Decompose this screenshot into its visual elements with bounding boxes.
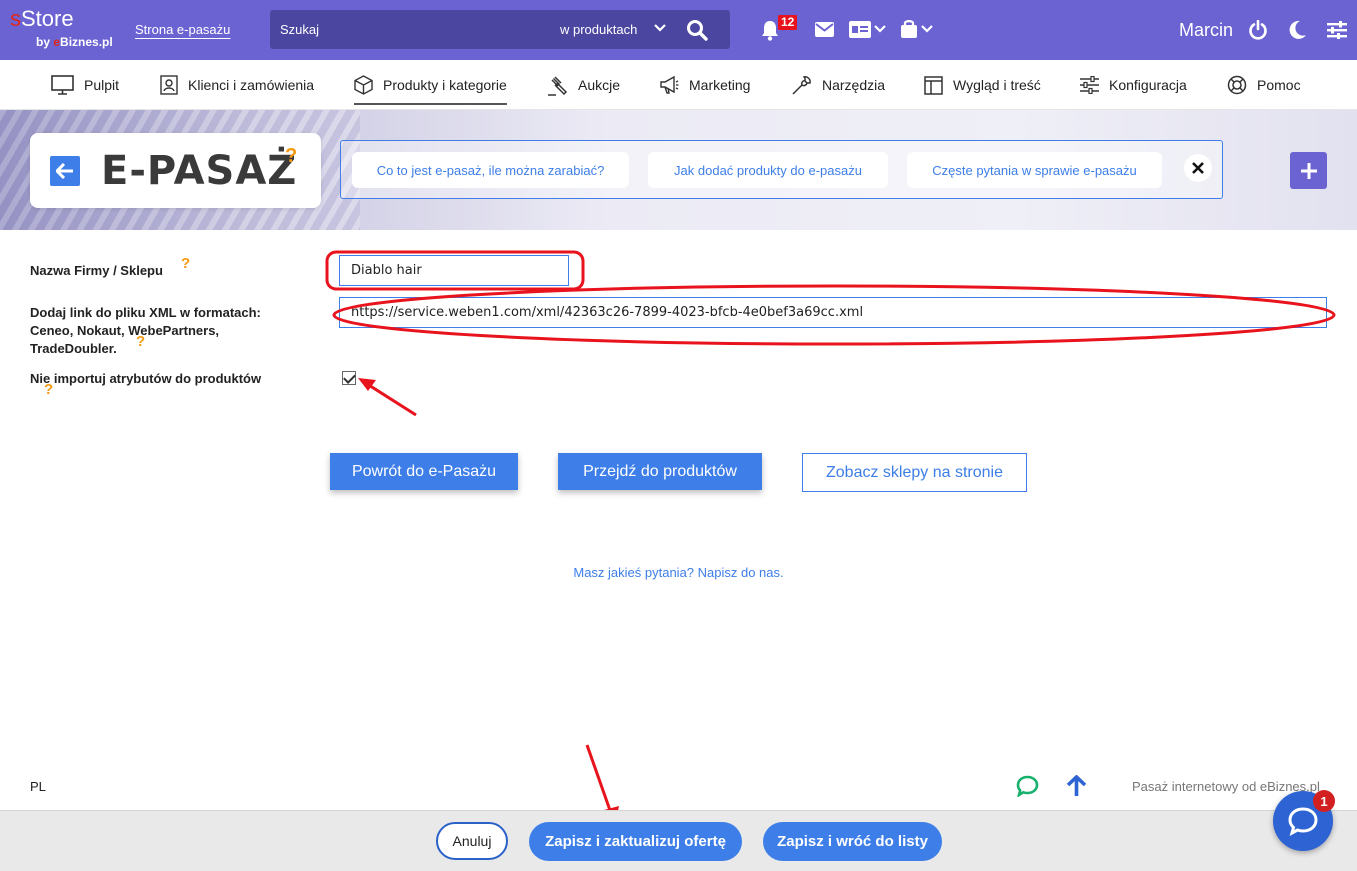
help-icon[interactable]: ? — [181, 255, 190, 272]
nav-item-aukcje[interactable]: Aukcje — [547, 60, 620, 110]
logo-text: sStore — [10, 8, 74, 30]
nav-label: Produkty i kategorie — [383, 77, 507, 93]
save-update-button[interactable]: Zapisz i zaktualizuj ofertę — [529, 822, 742, 861]
top-bar: sStore by eBiznes.pl Strona e-pasażu Szu… — [0, 0, 1357, 60]
nav-item-marketing[interactable]: Marketing — [659, 60, 750, 110]
chevron-down-icon[interactable] — [653, 21, 667, 35]
add-button[interactable] — [1290, 152, 1327, 189]
settings-sliders-icon[interactable] — [1327, 21, 1347, 39]
monitor-icon — [51, 75, 74, 95]
logo[interactable]: sStore by eBiznes.pl — [10, 8, 113, 49]
main-nav: Pulpit Klienci i zamówienia Produkty i k… — [0, 60, 1357, 110]
xml-label-line: TradeDoubler. — [30, 341, 117, 356]
bell-icon[interactable] — [760, 19, 780, 41]
chevron-down-icon[interactable] — [874, 24, 886, 34]
logo-byline: by eBiznes.pl — [36, 36, 113, 48]
plus-icon — [1300, 162, 1317, 179]
box-icon — [354, 75, 373, 95]
annotation-arrow-checkbox — [363, 380, 417, 417]
go-to-products-button[interactable]: Przejdź do produktów — [558, 453, 762, 490]
view-shops-button[interactable]: Zobacz sklepy na stronie — [802, 453, 1027, 492]
back-to-epasaz-button[interactable]: Powrót do e-Pasażu — [330, 453, 518, 490]
moon-icon[interactable] — [1288, 20, 1307, 40]
title-card: E-PASAŻ ? — [30, 133, 321, 208]
logo-s: s — [10, 6, 21, 31]
contact-link[interactable]: Masz jakieś pytania? Napisz do nas. — [0, 565, 1357, 580]
logo-by: by — [36, 35, 54, 49]
chat-icon[interactable] — [1016, 775, 1039, 797]
user-name[interactable]: Marcin — [1179, 20, 1233, 41]
xml-label: Dodaj link do pliku XML w formatach: Cen… — [30, 304, 261, 358]
mail-icon[interactable] — [815, 22, 834, 37]
chat-badge: 1 — [1313, 790, 1335, 812]
help-icon[interactable]: ? — [136, 333, 145, 350]
help-links-box: Co to jest e-pasaż, ile można zarabiać? … — [340, 140, 1223, 199]
help-icon[interactable]: ? — [44, 381, 53, 398]
chat-bubble-icon — [1288, 807, 1318, 836]
annotation-arrowhead-checkbox — [358, 378, 376, 391]
nav-item-pomoc[interactable]: Pomoc — [1227, 60, 1301, 110]
nav-label: Wygląd i treść — [953, 77, 1041, 93]
nav-label: Konfiguracja — [1109, 77, 1187, 93]
xml-label-line: Ceneo, Nokaut, WebePartners, — [30, 323, 220, 338]
lifebuoy-icon — [1227, 75, 1247, 95]
nav-item-wyglad[interactable]: Wygląd i treść — [924, 60, 1041, 110]
page-banner: E-PASAŻ ? Co to jest e-pasaż, ile można … — [0, 110, 1357, 230]
search-icon[interactable] — [686, 19, 708, 41]
back-button[interactable] — [50, 156, 80, 186]
nav-label: Aukcje — [578, 77, 621, 93]
store-link[interactable]: Strona e-pasażu — [135, 22, 230, 37]
nav-item-klienci[interactable]: Klienci i zamówienia — [160, 60, 314, 110]
nav-label: Marketing — [689, 77, 751, 93]
footer-credit: Pasaż internetowy od eBiznes.pl — [1132, 779, 1320, 794]
xml-url-input[interactable]: https://service.weben1.com/xml/42363c26-… — [339, 297, 1327, 328]
save-back-button[interactable]: Zapisz i wróć do listy — [763, 822, 942, 861]
nav-item-pulpit[interactable]: Pulpit — [51, 60, 119, 110]
search-input[interactable]: Szukaj — [280, 22, 319, 37]
wrench-icon — [792, 75, 811, 95]
shop-name-input[interactable]: Diablo hair — [339, 255, 569, 286]
megaphone-icon — [660, 75, 679, 94]
logo-store: Store — [21, 6, 74, 31]
logo-biznes: Biznes.pl — [60, 35, 113, 49]
power-icon[interactable] — [1248, 20, 1268, 40]
close-button[interactable] — [1184, 154, 1212, 182]
layout-icon — [924, 75, 943, 95]
no-attributes-checkbox[interactable] — [342, 371, 356, 385]
help-link-how-to-add[interactable]: Jak dodać produkty do e-pasażu — [648, 152, 888, 188]
nav-item-produkty[interactable]: Produkty i kategorie — [354, 60, 507, 110]
xml-label-line: Dodaj link do pliku XML w formatach: — [30, 305, 261, 320]
name-label: Nazwa Firmy / Sklepu — [30, 263, 163, 278]
help-link-faq[interactable]: Częste pytania w sprawie e-pasażu — [907, 152, 1162, 188]
help-icon[interactable]: ? — [285, 145, 297, 168]
action-bar: Anuluj Zapisz i zaktualizuj ofertę Zapis… — [0, 810, 1357, 871]
search-bar[interactable]: Szukaj w produktach — [270, 10, 730, 49]
chevron-down-icon[interactable] — [921, 24, 933, 34]
language-selector[interactable]: PL — [30, 779, 46, 794]
cancel-button[interactable]: Anuluj — [436, 822, 508, 860]
close-icon — [1192, 162, 1204, 174]
notification-badge: 12 — [778, 15, 798, 30]
nav-label: Pulpit — [84, 77, 120, 93]
nav-label: Narzędzia — [822, 77, 886, 93]
nav-item-narzedzia[interactable]: Narzędzia — [791, 60, 885, 110]
arrow-left-icon — [56, 163, 73, 179]
attr-label: Nie importuj atrybutów do produktów — [30, 371, 262, 386]
sliders-icon — [1080, 76, 1099, 94]
shopping-bag-icon[interactable] — [900, 19, 918, 39]
nav-item-konfiguracja[interactable]: Konfiguracja — [1080, 60, 1187, 110]
contact-card-icon — [160, 75, 178, 95]
page-title: E-PASAŻ — [101, 148, 298, 194]
nav-label: Klienci i zamówienia — [188, 77, 315, 93]
help-link-what-is[interactable]: Co to jest e-pasaż, ile można zarabiać? — [352, 152, 629, 188]
search-scope-select[interactable]: w produktach — [560, 22, 637, 37]
gavel-icon — [548, 75, 568, 96]
arrow-up-icon[interactable] — [1066, 775, 1087, 797]
nav-label: Pomoc — [1257, 77, 1301, 93]
contact-card-icon[interactable] — [849, 21, 871, 38]
annotation-arrow-save — [585, 744, 614, 817]
